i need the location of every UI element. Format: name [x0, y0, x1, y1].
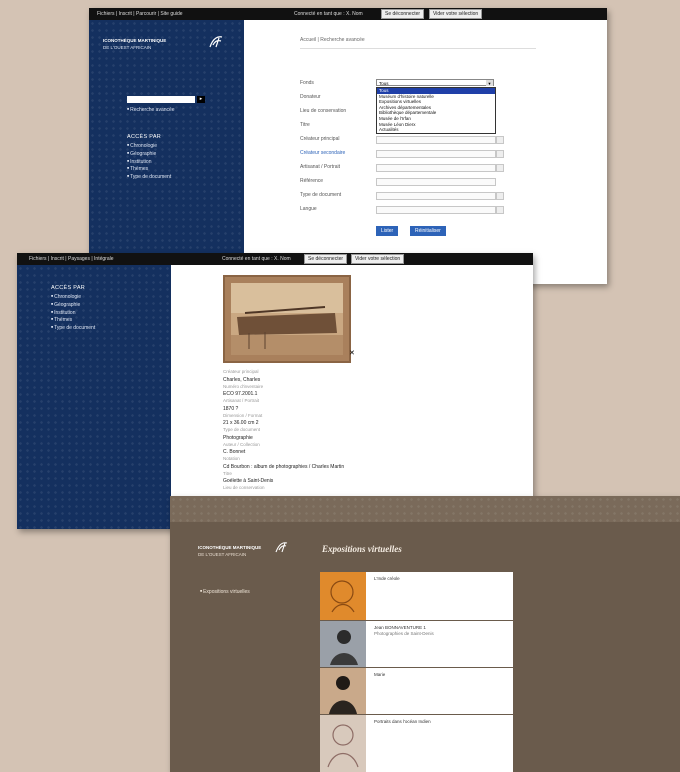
label-createur-principal: Créateur principal	[300, 136, 340, 142]
exhibition-title: Jean BONNAVENTURE 1 Photographies de Sai…	[374, 625, 494, 637]
type-document-input[interactable]	[376, 192, 496, 200]
exhibition-thumbnail	[320, 621, 366, 667]
label-artisanat: Artisanat / Portrait	[300, 164, 341, 170]
screenshot-record-detail: Fichiers | Inscrit | Paysages | Intégral…	[17, 253, 533, 529]
breadcrumb-divider	[300, 48, 536, 49]
menu-item-themes[interactable]: Thèmes	[127, 165, 171, 173]
artisanat-picker[interactable]	[496, 164, 504, 172]
type-document-picker[interactable]	[496, 192, 504, 200]
reference-input[interactable]	[376, 178, 496, 186]
logo-emblem-icon	[207, 34, 225, 50]
connected-user: Connecté en tant que : X. Nom	[222, 256, 291, 262]
logout-button[interactable]: Se déconnecter	[381, 9, 425, 19]
breadcrumb-home[interactable]: Accueil	[300, 37, 316, 43]
createur-secondaire-input[interactable]	[376, 150, 496, 158]
list-item[interactable]: Portraits dans l'océan Indien	[320, 715, 513, 772]
top-nav-links[interactable]: Fichiers | Inscrit | Paysages | Intégral…	[29, 256, 114, 262]
label-langue: Langue	[300, 206, 317, 212]
fonds-dropdown-list: Tous Muséum d'histoire naturelle Exposit…	[376, 87, 496, 134]
createur-principal-picker[interactable]	[496, 136, 504, 144]
exhibition-thumbnail	[320, 572, 366, 620]
top-nav-bar: Fichiers | Inscrit | Parcourir | Site gu…	[89, 8, 607, 20]
meta-value: ECO 97.2001.1	[223, 391, 258, 397]
menu-item-chronologie[interactable]: Chronologie	[127, 142, 171, 150]
langue-input[interactable]	[376, 206, 496, 214]
langue-picker[interactable]	[496, 206, 504, 214]
createur-secondaire-picker[interactable]	[496, 150, 504, 158]
main-content: ✕ Créateur principal Charles, Charles Nu…	[171, 265, 533, 529]
meta-value: Cd Bourbon : album de photographies / Ch…	[223, 463, 345, 470]
main-content: Accueil | Recherche avancée Fonds Donate…	[244, 20, 607, 284]
list-item[interactable]: L'Inde créole	[320, 572, 513, 620]
screenshot-advanced-search: Fichiers | Inscrit | Parcourir | Site gu…	[89, 8, 607, 284]
logo-emblem-icon	[274, 540, 290, 554]
quick-search-input[interactable]	[127, 96, 195, 103]
menu-item-chronologie[interactable]: Chronologie	[51, 293, 95, 301]
dropdown-option[interactable]: Actualités	[377, 127, 495, 133]
logout-button[interactable]: Se déconnecter	[304, 254, 348, 264]
exhibition-title: Marie	[374, 672, 386, 677]
close-icon[interactable]: ✕	[349, 349, 355, 357]
decorative-header-band	[170, 496, 680, 522]
clear-selection-button[interactable]: Vider votre sélection	[429, 9, 483, 19]
list-item[interactable]: Marie	[320, 668, 513, 714]
label-titre: Titre	[300, 122, 310, 128]
meta-value: Photographie	[223, 434, 253, 441]
menu-item-type-document[interactable]: Type de document	[127, 173, 171, 181]
menu-item-type-document[interactable]: Type de document	[51, 324, 95, 332]
menu-item-geographie[interactable]: Géographie	[127, 150, 171, 158]
exhibition-title: L'Inde créole	[374, 576, 400, 581]
artisanat-input[interactable]	[376, 164, 496, 172]
search-submit-button[interactable]: Lister	[376, 226, 399, 236]
menu-item-institution[interactable]: Institution	[51, 309, 95, 317]
meta-value: 1870 ?	[223, 405, 239, 412]
access-menu: ACCÈS PAR Chronologie Géographie Institu…	[127, 134, 171, 181]
access-menu-title: ACCÈS PAR	[51, 285, 86, 291]
access-menu: ACCÈS PAR Chronologie Géographie Institu…	[51, 285, 95, 332]
breadcrumb-current: Recherche avancée	[320, 37, 365, 43]
label-reference: Référence	[300, 178, 324, 184]
meta-value: 21 x 36.00 cm 2	[223, 420, 259, 426]
advanced-search-link[interactable]: Recherche avancée	[127, 106, 174, 114]
record-metadata: Créateur principal Charles, Charles Numé…	[223, 369, 373, 492]
list-item[interactable]: Jean BONNAVENTURE 1 Photographies de Sai…	[320, 621, 513, 667]
page-title: Expositions virtuelles	[322, 544, 402, 554]
record-photo[interactable]	[223, 275, 351, 363]
label-createur-secondaire: Créateur secondaire	[300, 150, 346, 156]
meta-value: Goélette à Saint-Denis	[223, 478, 274, 484]
exhibition-thumbnail	[320, 668, 366, 714]
access-menu-title: ACCÈS PAR	[127, 134, 162, 140]
fonds-select-value: Tous	[379, 81, 389, 86]
label-fonds: Fonds	[300, 80, 314, 86]
menu-item-themes[interactable]: Thèmes	[51, 316, 95, 324]
createur-principal-input[interactable]	[376, 136, 496, 144]
menu-item-institution[interactable]: Institution	[127, 158, 171, 166]
breadcrumb: Accueil | Recherche avancée	[300, 36, 365, 44]
connected-user: Connecté en tant que : X. Nom	[294, 11, 363, 17]
top-nav-links[interactable]: Fichiers | Inscrit | Parcourir | Site gu…	[97, 11, 183, 17]
fonds-select[interactable]: Tous ▼	[376, 79, 494, 86]
sidebar: ACCÈS PAR Chronologie Géographie Institu…	[17, 265, 171, 529]
search-go-button[interactable]: ▸	[197, 96, 205, 103]
meta-value: C. Bonnet	[223, 449, 246, 455]
chevron-down-icon[interactable]: ▼	[486, 80, 493, 86]
menu-item-geographie[interactable]: Géographie	[51, 301, 95, 309]
logo-line-2: DE L'OUEST AFRICAIN	[103, 44, 152, 50]
side-link-exhibitions[interactable]: Expositions virtuelles	[200, 588, 250, 596]
screenshot-virtual-exhibitions: ICONOTHÈQUE MARTINIQUE DE L'OUEST AFRICA…	[170, 496, 680, 772]
meta-label: Lieu de conservation	[223, 485, 265, 490]
top-nav-bar: Fichiers | Inscrit | Paysages | Intégral…	[17, 253, 533, 265]
site-logo[interactable]: ICONOTHÈQUE MARTINIQUE DE L'OUEST AFRICA…	[103, 38, 213, 51]
exhibition-thumbnail	[320, 715, 366, 772]
reset-button[interactable]: Réinitialiser	[410, 226, 446, 236]
label-lieu-conservation: Lieu de conservation	[300, 108, 347, 114]
label-donateur: Donateur	[300, 94, 321, 100]
exhibition-subtitle: Photographies de Saint-Denis	[374, 631, 434, 636]
label-type-document: Type de document	[300, 192, 342, 198]
meta-value: Charles, Charles	[223, 376, 261, 383]
exhibition-title: Portraits dans l'océan Indien	[374, 719, 431, 724]
clear-selection-button[interactable]: Vider votre sélection	[351, 254, 405, 264]
sidebar: ICONOTHÈQUE MARTINIQUE DE L'OUEST AFRICA…	[89, 20, 244, 284]
